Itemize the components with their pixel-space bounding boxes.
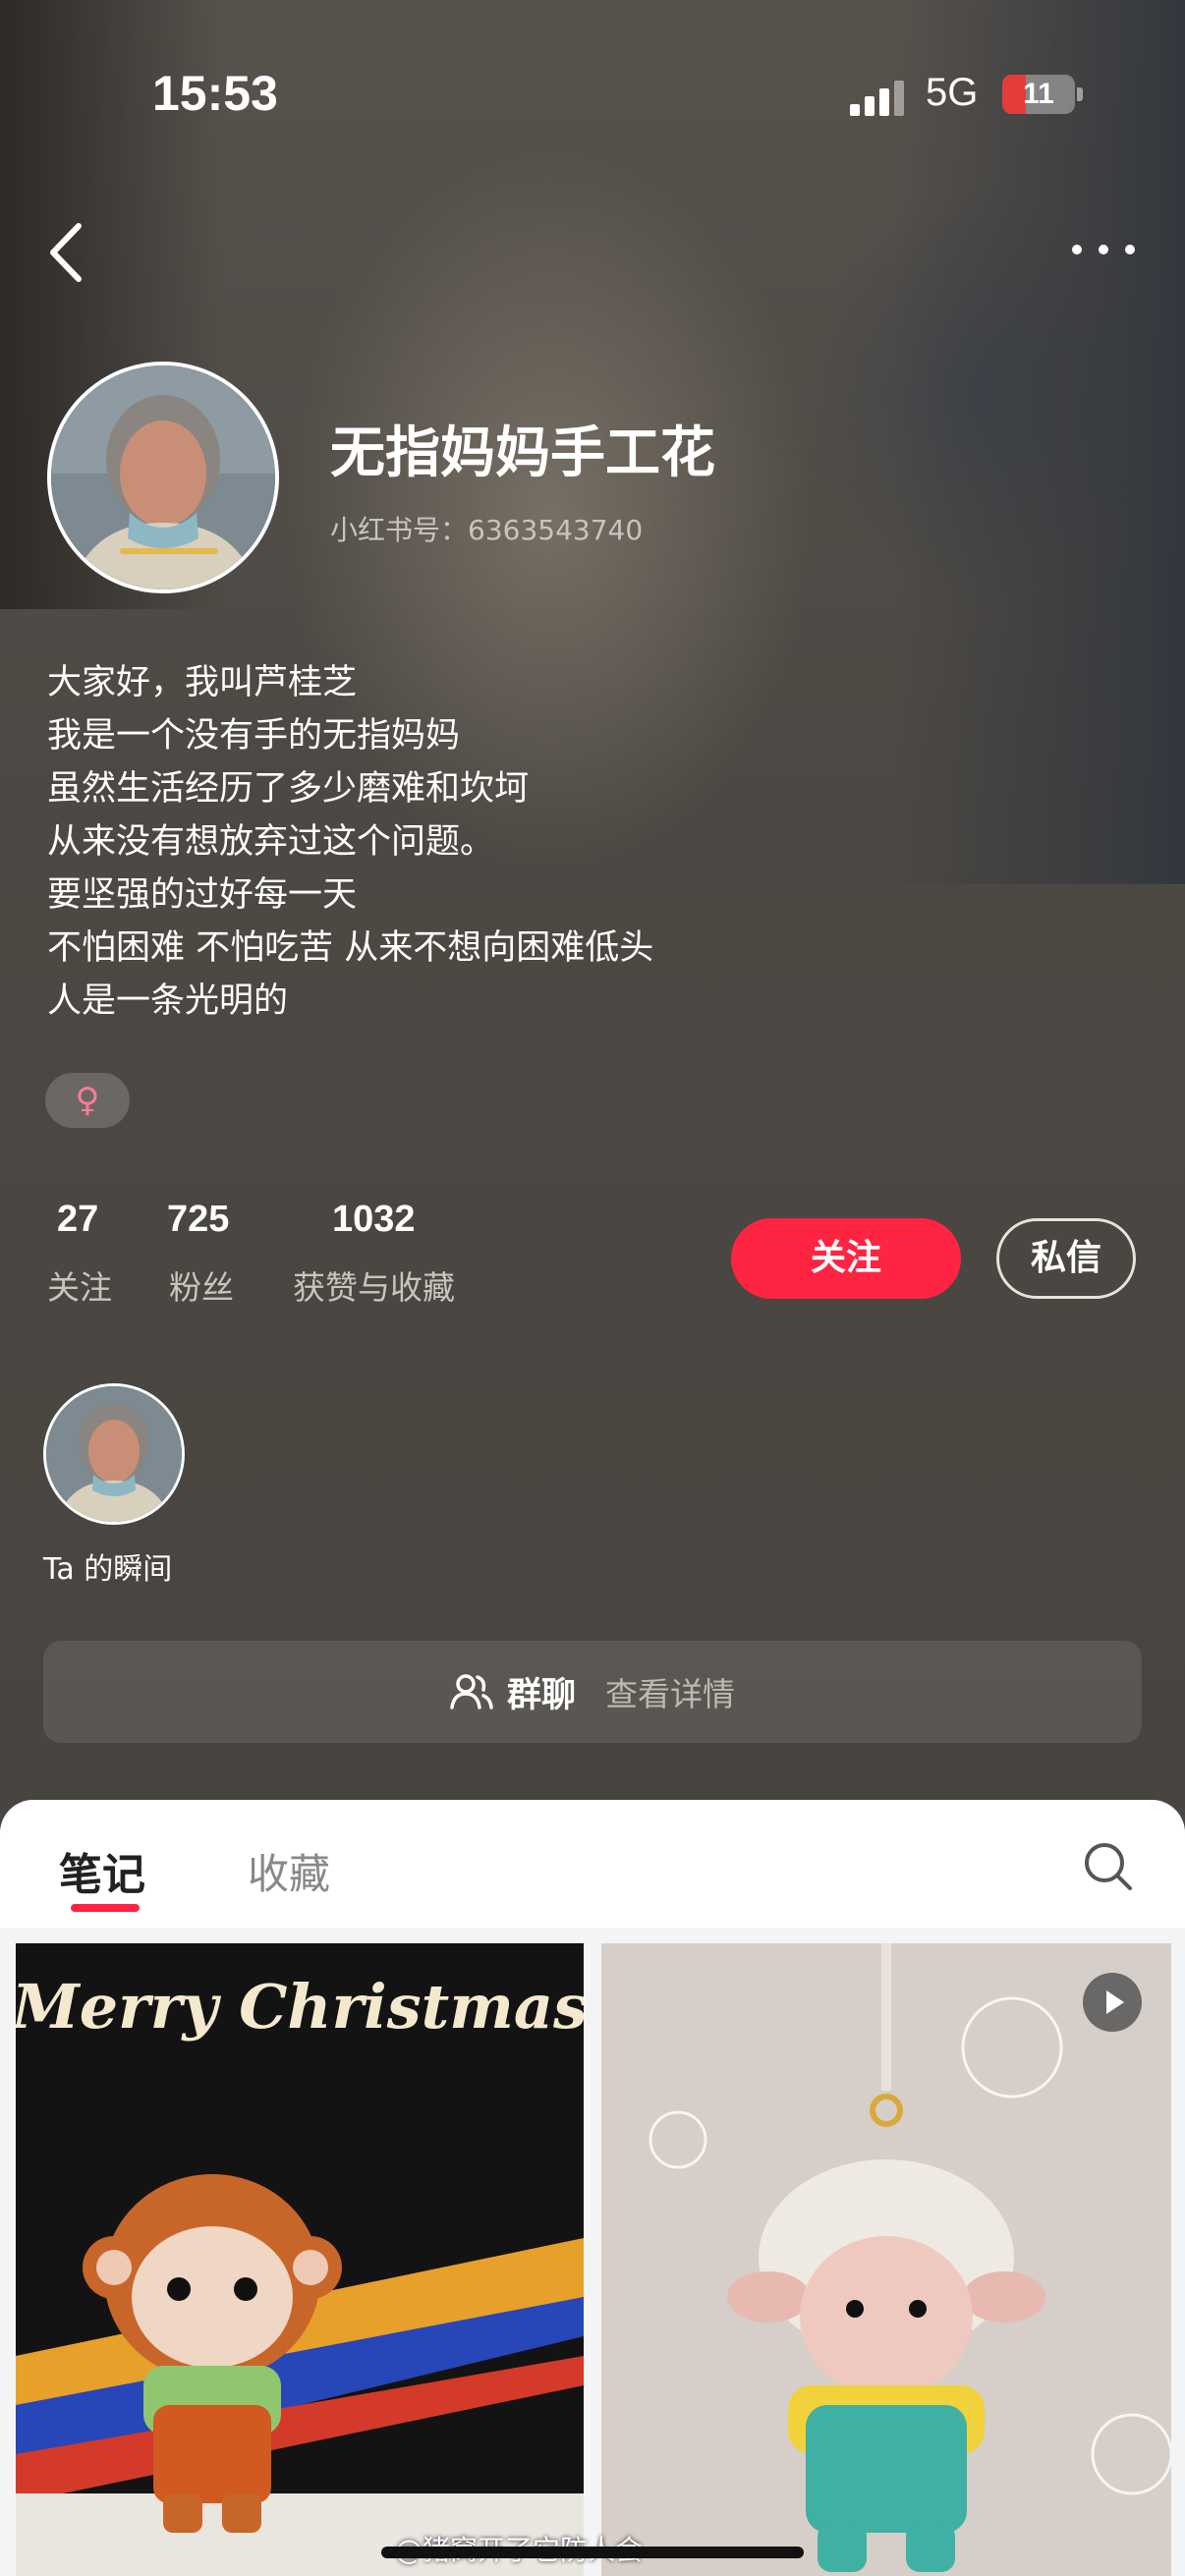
avatar[interactable]	[47, 362, 279, 593]
back-icon[interactable]	[47, 218, 86, 287]
more-options-icon[interactable]	[1069, 232, 1138, 267]
bio-line: 要坚强的过好每一天	[47, 875, 358, 915]
stat-likes[interactable]: 1032	[332, 1199, 416, 1241]
avatar-photo	[51, 365, 275, 589]
tab-notes[interactable]: 笔记	[59, 1839, 145, 1902]
stat-label: 获赞与收藏	[293, 1268, 455, 1307]
bio-line: 从来没有想放弃过这个问题。	[47, 822, 495, 862]
battery-icon: 11	[1002, 75, 1075, 114]
notes-tab-bar: 笔记 收藏	[0, 1800, 1185, 1928]
group-chat-bar[interactable]: 群聊 查看详情	[43, 1641, 1142, 1743]
stat-label: 粉丝	[169, 1268, 234, 1307]
group-users-icon	[450, 1674, 493, 1709]
status-time: 15:53	[152, 66, 278, 121]
video-play-icon	[1083, 1973, 1142, 2032]
cover-text: Merry Christmas	[16, 1971, 584, 2043]
tab-favorites[interactable]: 收藏	[248, 1841, 330, 1901]
battery-level: 11	[1023, 78, 1054, 110]
note-card[interactable]: Merry Christmas	[16, 1943, 584, 2576]
moment-photo	[46, 1386, 182, 1522]
group-chat-title: 群聊	[506, 1675, 576, 1715]
stat-following[interactable]: 27	[57, 1199, 98, 1241]
notes-sheet: 笔记 收藏 Merry Christmas	[0, 1800, 1185, 2576]
follow-button[interactable]: 关注	[731, 1218, 961, 1299]
home-indicator[interactable]	[381, 2547, 804, 2558]
signal-icon	[850, 81, 904, 116]
note-cover-monkey: Merry Christmas	[16, 1943, 584, 2576]
moment-avatar[interactable]	[43, 1383, 185, 1525]
stat-followers[interactable]: 725	[167, 1199, 229, 1241]
battery-cap	[1077, 87, 1083, 101]
profile-page: 15:53 5G 11 无指妈妈手工花 小红书号：6363543740 大家好，…	[0, 0, 1185, 2576]
profile-name: 无指妈妈手工花	[330, 421, 715, 485]
message-button[interactable]: 私信	[996, 1218, 1136, 1299]
bio-line: 虽然生活经历了多少磨难和坎坷	[47, 769, 530, 809]
network-type: 5G	[926, 71, 979, 114]
bio-line: 不怕困难 不怕吃苦 从来不想向困难低头	[47, 928, 654, 968]
stat-value: 27	[57, 1199, 99, 1240]
stat-value: 725	[167, 1199, 230, 1240]
moment-label: Ta 的瞬间	[43, 1552, 173, 1587]
search-icon[interactable]	[1081, 1839, 1136, 1894]
gender-female-badge: ♀	[45, 1073, 130, 1128]
bio-line: 人是一条光明的	[47, 981, 289, 1021]
stat-value: 1032	[332, 1199, 416, 1240]
stat-label: 关注	[47, 1268, 112, 1307]
group-chat-detail: 查看详情	[605, 1675, 735, 1713]
profile-bio: 大家好，我叫芦桂芝 我是一个没有手的无指妈妈 虽然生活经历了多少磨难和坎坷 从来…	[47, 656, 1030, 1028]
profile-id[interactable]: 小红书号：6363543740	[330, 509, 643, 548]
bio-line: 我是一个没有手的无指妈妈	[47, 716, 461, 756]
bio-line: 大家好，我叫芦桂芝	[47, 663, 358, 702]
note-card[interactable]	[601, 1943, 1171, 2576]
note-cover-sheep	[601, 1943, 1171, 2576]
active-tab-indicator	[71, 1904, 140, 1912]
